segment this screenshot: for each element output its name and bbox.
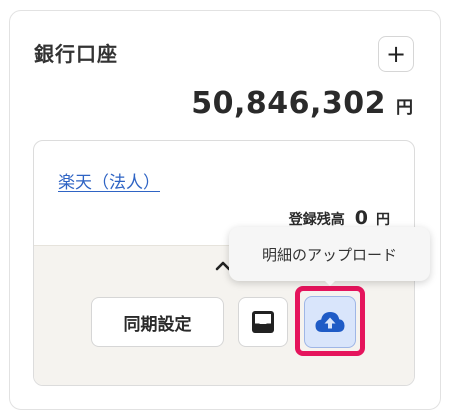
balance-label: 登録残高 bbox=[288, 212, 345, 228]
account-name-link[interactable]: 楽天（法人） bbox=[58, 168, 160, 193]
total-balance: 50,846,302 円 bbox=[191, 86, 413, 121]
upload-tooltip: 明細のアップロード bbox=[229, 227, 430, 281]
inbox-button[interactable] bbox=[238, 297, 288, 347]
tooltip-arrow bbox=[323, 279, 337, 286]
section-title: 銀行口座 bbox=[34, 42, 118, 66]
plus-icon: + bbox=[385, 40, 407, 68]
inbox-tray-icon bbox=[252, 311, 274, 333]
balance-value: 0 bbox=[354, 207, 368, 229]
balance-unit: 円 bbox=[376, 212, 390, 228]
cloud-upload-icon bbox=[315, 312, 345, 332]
sync-settings-button[interactable]: 同期設定 bbox=[91, 297, 224, 347]
total-unit: 円 bbox=[396, 98, 413, 118]
account-balance: 登録残高 0 円 bbox=[289, 207, 390, 229]
total-amount: 50,846,302 bbox=[191, 86, 386, 121]
add-account-button[interactable]: + bbox=[378, 36, 414, 72]
upload-statement-button[interactable] bbox=[304, 296, 356, 348]
